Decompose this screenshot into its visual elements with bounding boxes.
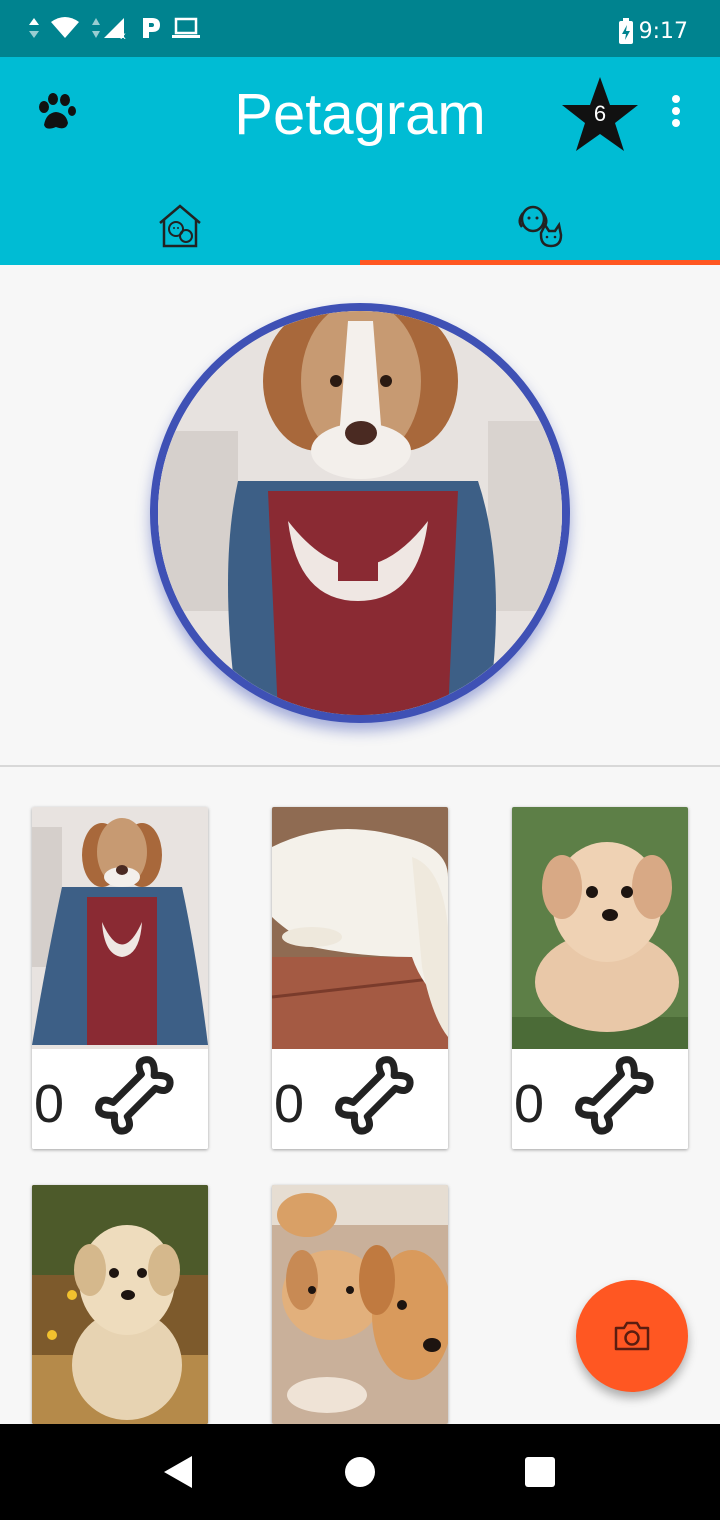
profile-section: [0, 265, 720, 765]
status-bar: x 9:17: [0, 0, 720, 57]
back-icon[interactable]: [162, 1455, 194, 1489]
pet-photo-white-puppy: [272, 807, 448, 1049]
home-icon[interactable]: [344, 1456, 376, 1488]
parking-icon: [143, 18, 160, 38]
navigation-bar: [0, 1424, 720, 1520]
battery-charging-icon: [618, 18, 633, 44]
clock: 9:17: [638, 18, 688, 44]
overflow-menu-button[interactable]: [664, 95, 688, 135]
pet-card-3[interactable]: 0: [512, 807, 688, 1149]
card-footer: 0: [512, 1053, 688, 1149]
dog-cat-icon: [518, 205, 563, 248]
camera-fab[interactable]: [576, 1280, 688, 1392]
card-footer: 0: [32, 1053, 208, 1149]
pet-card-1[interactable]: 0: [32, 807, 208, 1149]
svg-text:x: x: [120, 31, 126, 40]
card-footer: 0: [272, 1053, 448, 1149]
like-count: 0: [514, 1074, 545, 1134]
pet-photo-retriever-puppies: [272, 1185, 448, 1424]
pet-card-5[interactable]: [272, 1185, 448, 1424]
data-arrows-icon: [29, 18, 39, 38]
tab-profile-pets[interactable]: [360, 187, 720, 265]
camera-icon: [614, 1321, 650, 1351]
section-divider: [0, 765, 720, 767]
signal-icon: x: [92, 18, 126, 40]
favorites-button[interactable]: 6: [560, 75, 640, 155]
bone-icon[interactable]: [330, 1053, 430, 1149]
wifi-icon: [51, 17, 79, 38]
tab-bar: [0, 187, 720, 265]
pet-photo-fluffy-puppy: [512, 807, 688, 1049]
house-pets-icon: [159, 204, 201, 248]
like-count: 0: [34, 1074, 65, 1134]
favorites-count: 6: [593, 101, 607, 126]
profile-avatar[interactable]: [150, 303, 570, 723]
bone-icon[interactable]: [570, 1053, 670, 1149]
pet-photo-terrier: [32, 1185, 208, 1424]
bone-icon[interactable]: [90, 1053, 190, 1149]
pet-photo-beagle: [32, 807, 208, 1049]
laptop-icon: [172, 17, 200, 38]
recents-icon[interactable]: [524, 1456, 556, 1488]
tab-home-pets[interactable]: [0, 187, 360, 265]
beagle-profile-photo: [158, 311, 562, 715]
app-bar: Petagram 6: [0, 57, 720, 265]
pet-card-4[interactable]: [32, 1185, 208, 1424]
like-count: 0: [274, 1074, 305, 1134]
pet-card-2[interactable]: 0: [272, 807, 448, 1149]
